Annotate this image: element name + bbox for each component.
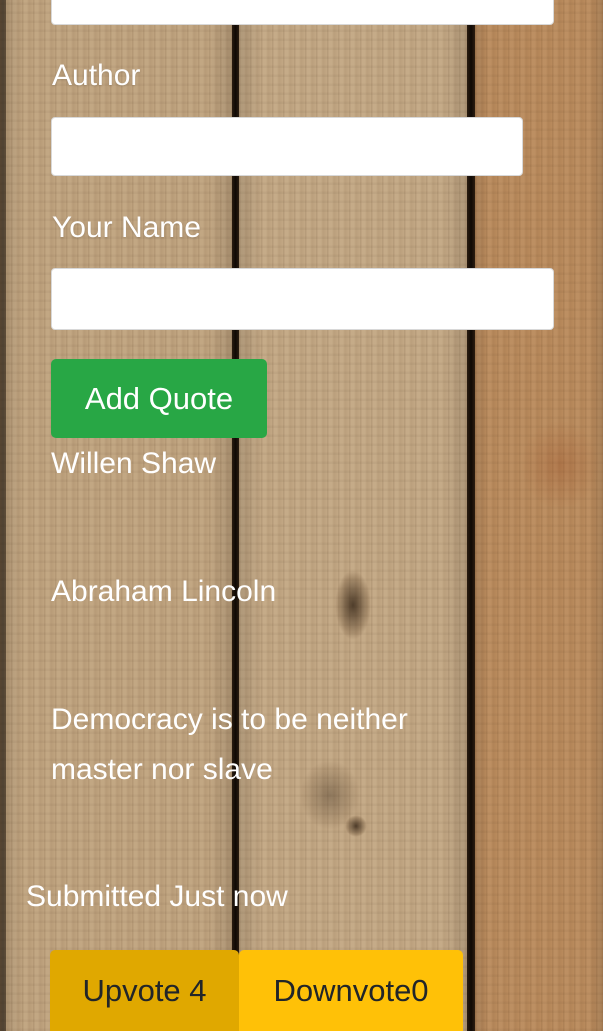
author-input[interactable] xyxy=(51,117,523,176)
submitted-timestamp: Submitted Just now xyxy=(26,880,288,913)
your-name-input[interactable] xyxy=(51,268,554,330)
add-quote-button[interactable]: Add Quote xyxy=(51,359,267,438)
downvote-button[interactable]: Downvote0 xyxy=(239,950,463,1031)
author-label: Author xyxy=(52,59,141,92)
quote-text-line-2: master nor slave xyxy=(51,753,273,786)
quote-textarea[interactable] xyxy=(51,0,554,25)
quote-page: Author Your Name Add Quote Willen Shaw A… xyxy=(0,0,603,1031)
quote-submitter: Willen Shaw xyxy=(51,447,217,480)
quote-text-line-1: Democracy is to be neither xyxy=(51,703,408,736)
your-name-label: Your Name xyxy=(52,211,201,244)
quote-author: Abraham Lincoln xyxy=(51,575,277,608)
upvote-button[interactable]: Upvote 4 xyxy=(50,950,239,1031)
